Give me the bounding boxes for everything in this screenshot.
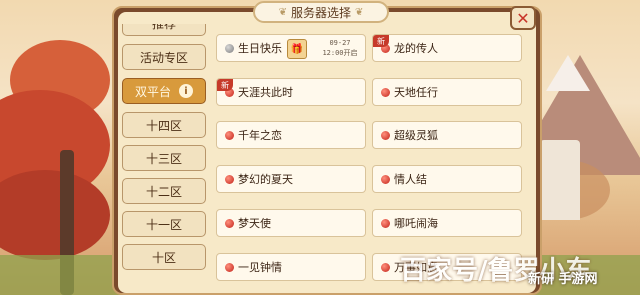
gift-icon[interactable]: 🎁: [287, 39, 307, 59]
dialog-title-plaque: ❦ 服务器选择 ❦: [253, 1, 389, 23]
server-name: 天涯共此时: [238, 86, 293, 99]
sidebar-item-zone-14[interactable]: 十四区: [122, 112, 206, 138]
server-name: 千年之恋: [238, 129, 282, 142]
server-button[interactable]: 一见钟情: [216, 253, 366, 281]
sidebar-item-label: 十四区: [145, 118, 182, 133]
server-button[interactable]: 超级灵狐: [372, 121, 522, 149]
sidebar-item-zone-11[interactable]: 十一区: [122, 211, 206, 237]
status-busy-icon: [225, 174, 234, 184]
status-busy-icon: [225, 262, 234, 272]
server-button[interactable]: 新 龙的传人: [372, 34, 522, 62]
sidebar-item-zone-10[interactable]: 十区: [122, 244, 206, 270]
server-button[interactable]: 梦幻的夏天: [216, 165, 366, 193]
new-badge: 新: [373, 35, 389, 47]
watermark-site: 新研 手游网: [528, 272, 598, 287]
server-name: 生日快乐: [238, 42, 282, 55]
sidebar-item-label: 十二区: [145, 184, 182, 199]
ornament-icon: ❦: [355, 6, 364, 18]
pagoda-art: [540, 140, 580, 220]
server-button[interactable]: 梦天使: [216, 209, 366, 237]
status-busy-icon: [381, 130, 390, 140]
sidebar-item-label: 十一区: [145, 217, 182, 232]
status-maintenance-icon: [225, 43, 234, 53]
sidebar-item-label: 双平台: [134, 84, 171, 99]
server-name: 哪吒闹海: [394, 217, 438, 230]
sidebar-item-dual-platform[interactable]: 双平台 i: [122, 78, 206, 104]
status-busy-icon: [381, 262, 390, 272]
status-busy-icon: [381, 87, 390, 97]
close-icon: ✕: [516, 8, 530, 28]
server-name: 梦幻的夏天: [238, 173, 293, 186]
sidebar-item-label: 十区: [151, 250, 176, 265]
open-time-text: 12:00开启: [322, 49, 358, 57]
sidebar-item-label: 十三区: [145, 151, 182, 166]
ornament-icon: ❦: [278, 6, 287, 18]
server-name: 梦天使: [238, 217, 271, 230]
new-badge: 新: [217, 79, 233, 91]
sidebar-item-zone-13[interactable]: 十三区: [122, 145, 206, 171]
open-date: 09-27: [329, 39, 351, 47]
server-name: 龙的传人: [394, 42, 438, 55]
sidebar-item-label: 活动专区: [139, 50, 188, 65]
status-busy-icon: [381, 218, 390, 228]
sidebar-item-events[interactable]: 活动专区: [122, 44, 206, 70]
server-button[interactable]: 哪吒闹海: [372, 209, 522, 237]
server-button[interactable]: 生日快乐 🎁 09-27 12:00开启: [216, 34, 366, 62]
server-button[interactable]: 新 天涯共此时: [216, 78, 366, 106]
server-name: 天地任行: [394, 86, 438, 99]
sidebar-item-recommended[interactable]: 推荐: [122, 24, 206, 36]
server-name: 一见钟情: [238, 261, 282, 274]
mountain-snow-art: [546, 55, 590, 91]
status-busy-icon: [225, 130, 234, 140]
status-busy-icon: [225, 218, 234, 228]
server-name: 超级灵狐: [394, 129, 438, 142]
server-button[interactable]: 情人结: [372, 165, 522, 193]
maple-tree-art: [0, 170, 110, 260]
close-button[interactable]: ✕: [510, 6, 536, 30]
info-icon[interactable]: i: [179, 84, 193, 98]
sidebar-item-label: 推荐: [152, 24, 176, 32]
sidebar-item-zone-12[interactable]: 十二区: [122, 178, 206, 204]
server-button[interactable]: 千年之恋: [216, 121, 366, 149]
status-busy-icon: [381, 174, 390, 184]
server-button[interactable]: 天地任行: [372, 78, 522, 106]
zone-sidebar: 推荐 活动专区 双平台 i 十四区 十三区 十二区 十一区 十区: [120, 24, 210, 295]
server-name: 情人结: [394, 173, 427, 186]
open-time: 09-27 12:00开启: [317, 38, 363, 58]
dialog-title: 服务器选择: [290, 5, 351, 20]
